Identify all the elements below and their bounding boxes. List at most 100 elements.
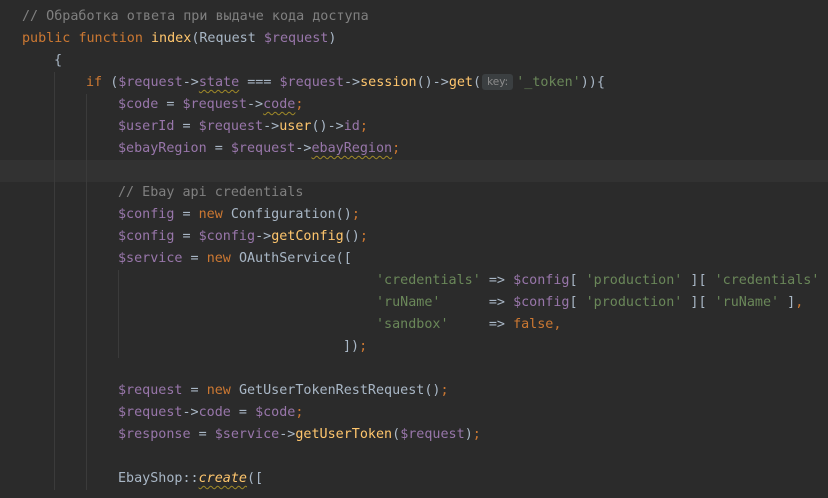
code-line[interactable]: $config = new Configuration(); (0, 204, 828, 226)
indent-guide (86, 446, 87, 468)
code-token: create (198, 471, 247, 486)
code-token: = (230, 405, 256, 420)
code-token: new (198, 207, 231, 222)
indent-guide (54, 72, 55, 94)
code-token: GetUserTokenRestRequest() (238, 383, 441, 398)
code-token: ()-> (311, 119, 344, 134)
code-line[interactable] (0, 160, 828, 182)
code-token: ; (359, 339, 368, 354)
code-token: ; (472, 427, 481, 442)
code-token: $request (118, 405, 183, 420)
code-token: = (174, 229, 199, 244)
indent-guide (86, 424, 87, 446)
code-token: ][ (682, 295, 715, 310)
code-token: -> (344, 75, 361, 90)
code-token: :: (182, 471, 199, 486)
code-token: = (190, 427, 215, 442)
code-token: ] (779, 295, 796, 310)
indent-guide (54, 336, 55, 358)
code-line[interactable] (0, 446, 828, 468)
code-text: { (54, 50, 62, 72)
code-token: ) (464, 427, 473, 442)
code-line[interactable]: $userId = $request->user()->id; (0, 116, 828, 138)
indent-guide (86, 468, 87, 490)
code-editor[interactable]: // Обработка ответа при выдаче кода дост… (0, 0, 828, 498)
code-line[interactable]: ]); (0, 336, 828, 358)
code-token: === (239, 75, 280, 90)
code-line[interactable]: $response = $service->getUserToken($requ… (0, 424, 828, 446)
code-line[interactable]: $service = new OAuthService([ (0, 248, 828, 270)
indent-guide (86, 94, 87, 116)
indent-guide (86, 182, 87, 204)
code-line[interactable]: $ebayRegion = $request->ebayRegion; (0, 138, 828, 160)
indent-guide (118, 270, 119, 292)
code-token: state (198, 75, 240, 90)
code-line[interactable] (0, 358, 828, 380)
code-token: ( (392, 427, 401, 442)
code-line[interactable]: { (0, 50, 828, 72)
code-text: if ($request->state === $request->sessio… (86, 72, 605, 94)
code-line[interactable]: 'credentials' => $config[ 'production' ]… (0, 270, 828, 292)
code-line[interactable]: public function index(Request $request) (0, 28, 828, 50)
code-token: getConfig (271, 229, 344, 244)
code-token: $service (214, 427, 280, 442)
code-token: -> (182, 405, 199, 420)
indent-guide (54, 292, 55, 314)
code-token: user (279, 119, 312, 134)
code-token: $code (255, 405, 296, 420)
code-token: { (54, 53, 63, 68)
indent-guide (54, 116, 55, 138)
indent-guide (54, 402, 55, 424)
code-text: $request = new GetUserTokenRestRequest()… (118, 380, 449, 402)
code-token: ], (819, 273, 828, 288)
code-token: getUserToken (295, 427, 393, 442)
indent-guide (54, 270, 55, 292)
code-token: code (263, 97, 296, 112)
indent-guide (54, 204, 55, 226)
code-token: ; (295, 97, 304, 112)
indent-guide (86, 292, 87, 314)
code-token: ][ (682, 273, 715, 288)
code-line[interactable]: $config = $config->getConfig(); (0, 226, 828, 248)
code-line[interactable]: if ($request->state === $request->sessio… (0, 72, 828, 94)
code-line[interactable]: 'ruName' => $config[ 'production' ][ 'ru… (0, 292, 828, 314)
code-text: $ebayRegion = $request->ebayRegion; (118, 138, 400, 160)
indent-guide (54, 138, 55, 160)
code-text: $userId = $request->user()->id; (118, 116, 368, 138)
code-token: = (158, 97, 183, 112)
indent-guide (86, 204, 87, 226)
code-token: false (513, 317, 554, 332)
code-token: $userId (118, 119, 175, 134)
code-token: 'credentials' (714, 273, 820, 288)
code-token: => (440, 295, 514, 310)
indent-guide (54, 424, 55, 446)
code-line[interactable]: $code = $request->code; (0, 94, 828, 116)
indent-guide (54, 182, 55, 204)
indent-guide (86, 380, 87, 402)
code-token: ) (328, 31, 337, 46)
code-line[interactable]: 'sandbox' => false, (0, 314, 828, 336)
code-line[interactable]: EbayShop::create([ (0, 468, 828, 490)
code-text: public function index(Request $request) (22, 28, 336, 50)
code-line[interactable]: $request->code = $code; (0, 402, 828, 424)
code-text: $request->code = $code; (118, 402, 303, 424)
code-token: ; (359, 119, 368, 134)
code-line[interactable]: // Обработка ответа при выдаче кода дост… (0, 6, 828, 28)
code-token: $request (279, 75, 345, 90)
code-line[interactable]: $request = new GetUserTokenRestRequest()… (0, 380, 828, 402)
code-token: $config (118, 229, 175, 244)
code-line[interactable]: // Ebay api credentials (0, 182, 828, 204)
code-token: ; (295, 405, 304, 420)
code-token: $config (118, 207, 175, 222)
code-token: ; (440, 383, 449, 398)
code-token: $request (263, 31, 329, 46)
code-token: // Обработка ответа при выдаче кода дост… (22, 9, 369, 24)
code-token: -> (263, 119, 280, 134)
code-token: index (151, 31, 192, 46)
code-token: -> (247, 97, 264, 112)
code-token: )){ (580, 75, 605, 90)
indent-guide (54, 248, 55, 270)
code-token: $request (198, 119, 264, 134)
code-text: $code = $request->code; (118, 94, 303, 116)
indent-guide (118, 336, 119, 358)
